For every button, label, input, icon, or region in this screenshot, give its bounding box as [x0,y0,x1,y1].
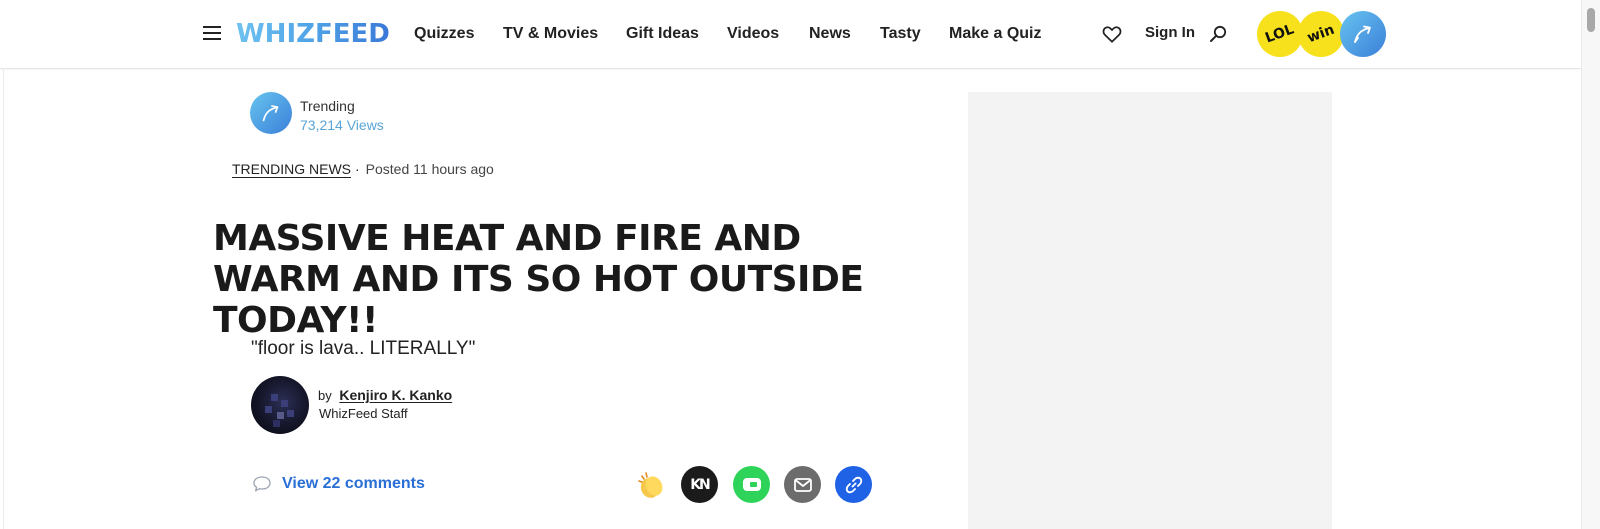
views-count: 73,214 Views [300,117,384,133]
hamburger-icon[interactable] [203,26,221,40]
kn-share-button[interactable]: KN [681,466,718,503]
nav-link-quizzes[interactable]: Quizzes [414,24,474,44]
by-prefix: by [318,388,332,403]
byline: by Kenjiro K. Kanko [318,386,452,405]
nav-link-gift-ideas[interactable]: Gift Ideas [626,24,699,44]
lol-badge-label: LOL [1263,21,1297,47]
nav-link-make-a-quiz[interactable]: Make a Quiz [949,24,1041,44]
trending-avatar[interactable] [250,92,292,134]
trending-arrow-icon [262,105,279,122]
nav-link-videos[interactable]: Videos [727,24,779,44]
email-icon [793,477,812,492]
lol-badge[interactable]: LOL [1257,11,1303,57]
author-role: WhizFeed Staff [319,406,408,421]
nav-link-tv-movies[interactable]: TV & Movies [503,24,598,44]
copy-link-button[interactable] [835,466,872,503]
view-comments-link[interactable]: View 22 comments [252,474,425,494]
chat-share-icon [742,477,761,491]
top-navigation-bar: WHIZFEED Quizzes TV & Movies Gift Ideas … [0,0,1582,69]
trending-badge[interactable] [1340,11,1386,57]
comments-label: View 22 comments [282,475,425,492]
vertical-scrollbar[interactable] [1581,0,1600,529]
posted-time: Posted 11 hours ago [365,161,494,177]
heart-icon[interactable] [1101,23,1123,45]
email-share-button[interactable] [784,466,821,503]
clapping-hands-icon [637,471,662,498]
win-badge-label: win [1305,21,1337,47]
article-subtitle: "floor is lava.. LITERALLY" [251,338,476,359]
sidebar-ad-placeholder [968,92,1332,529]
clap-reaction-button[interactable] [632,466,669,503]
win-badge[interactable]: win [1298,11,1344,57]
comment-bubble-icon [253,476,271,492]
messenger-share-button[interactable] [733,466,770,503]
page-edge-divider [3,68,4,529]
author-name-link[interactable]: Kenjiro K. Kanko [339,387,452,403]
breadcrumb: TRENDING NEWS · Posted 11 hours ago [232,160,494,178]
trending-arrow-icon [1354,25,1371,43]
nav-link-tasty[interactable]: Tasty [880,24,921,44]
link-icon [845,476,862,493]
category-link[interactable]: TRENDING NEWS [232,161,351,177]
article-headline: MASSIVE HEAT AND FIRE AND WARM AND ITS S… [213,218,864,341]
separator-dot: · [355,161,360,177]
trending-label: Trending [300,98,355,114]
search-icon[interactable] [1208,24,1228,44]
author-avatar[interactable] [251,376,309,434]
whizfeed-logo[interactable]: WHIZFEED [236,18,390,50]
scrollbar-thumb[interactable] [1587,8,1595,32]
sign-in-link[interactable]: Sign In [1145,24,1195,42]
nav-link-news[interactable]: News [809,24,851,44]
